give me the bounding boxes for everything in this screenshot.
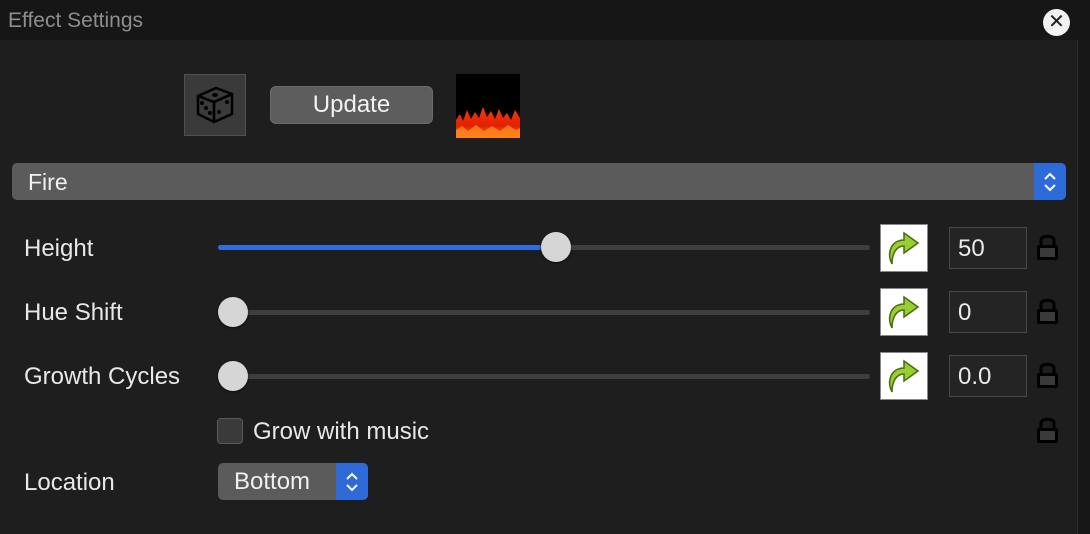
curved-arrow-icon [888, 359, 920, 393]
location-label: Location [24, 469, 115, 496]
height-value-field[interactable]: 50 [949, 227, 1027, 269]
curved-arrow-icon [888, 295, 920, 329]
effect-select-value: Fire [28, 169, 68, 195]
growth-cycles-slider-knob[interactable] [218, 361, 248, 391]
hue-shift-slider-knob[interactable] [218, 297, 248, 327]
lock-icon[interactable] [1034, 360, 1061, 390]
hue-shift-value-field[interactable]: 0 [949, 291, 1027, 333]
chevron-updown-icon[interactable] [336, 463, 368, 500]
dice-icon [196, 86, 234, 124]
title-bar: Effect Settings ✕ [0, 0, 1090, 40]
fire-preview-icon [456, 74, 520, 138]
height-label: Height [24, 235, 94, 262]
height-slider-fill [218, 245, 542, 250]
height-slider-knob[interactable] [541, 232, 572, 262]
curved-arrow-icon [888, 231, 920, 265]
location-select-value: Bottom [234, 468, 311, 495]
lock-icon[interactable] [1034, 296, 1061, 326]
effect-select[interactable]: Fire [12, 163, 1066, 200]
close-icon[interactable]: ✕ [1043, 9, 1070, 36]
window-title: Effect Settings [8, 9, 144, 32]
growth-cycles-reset-button[interactable] [880, 352, 928, 400]
lock-icon[interactable] [1034, 415, 1061, 445]
hue-shift-slider[interactable] [218, 297, 870, 327]
lock-icon[interactable] [1034, 232, 1061, 262]
randomize-button[interactable] [184, 74, 246, 136]
update-button[interactable]: Update [270, 86, 433, 124]
height-reset-button[interactable] [880, 224, 928, 272]
hue-shift-reset-button[interactable] [880, 288, 928, 336]
hue-shift-label: Hue Shift [24, 299, 123, 326]
grow-with-music-checkbox[interactable] [217, 418, 243, 444]
location-select[interactable]: Bottom [218, 463, 368, 500]
growth-cycles-value-field[interactable]: 0.0 [949, 355, 1027, 397]
panel-edge [1077, 40, 1090, 534]
chevron-updown-icon[interactable] [1034, 163, 1066, 200]
height-slider[interactable] [218, 232, 870, 262]
grow-with-music-label: Grow with music [253, 418, 430, 445]
growth-cycles-label: Growth Cycles [24, 363, 181, 390]
growth-cycles-slider[interactable] [218, 361, 870, 391]
